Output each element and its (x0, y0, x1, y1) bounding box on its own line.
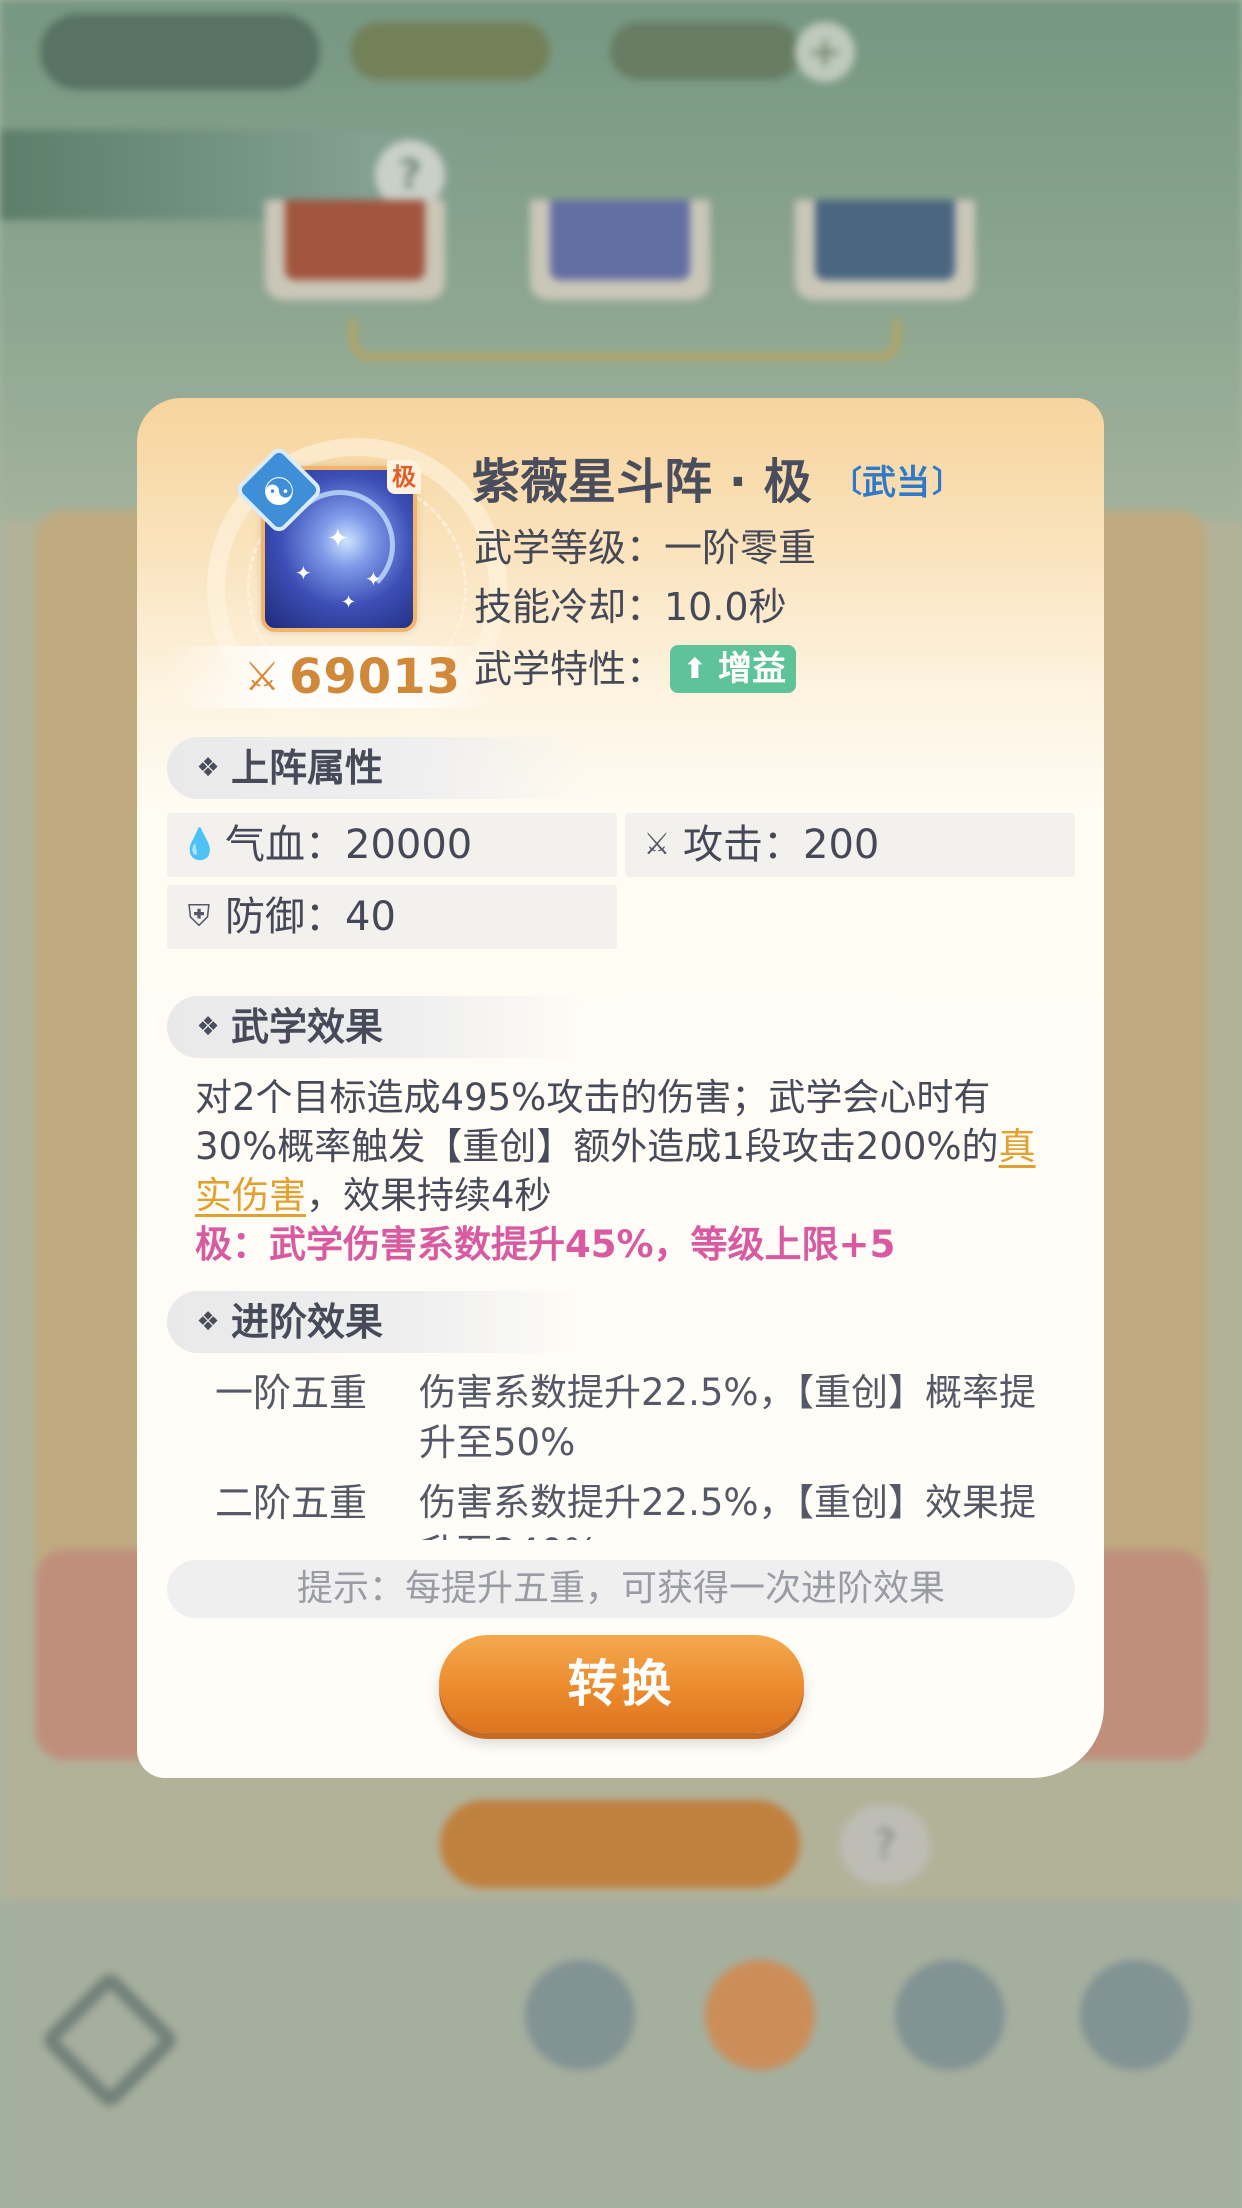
power-value: 69013 (289, 649, 461, 705)
skill-trait-label: 武学特性： (474, 647, 665, 691)
diamond-bullet-icon: ❖ (196, 753, 220, 783)
crossed-swords-icon: ⚔ (244, 654, 280, 700)
convert-button[interactable]: 转换 (439, 1635, 804, 1733)
blood-drop-icon: 💧 (181, 827, 219, 862)
attribute-defense: ⛨ 防御：40 (167, 885, 617, 949)
attribute-attack: ⚔ 攻击：200 (625, 813, 1075, 877)
taiji-icon: ☯ (261, 470, 297, 514)
extreme-bonus: 极：武学伤害系数提升45%，等级上限+5 (195, 1223, 896, 1266)
diamond-bullet-icon: ❖ (196, 1307, 220, 1337)
grade-badge: 极 (387, 460, 421, 494)
sparkle-icon: ✦ (295, 561, 312, 585)
attribute-hp: 💧 气血：20000 (167, 813, 617, 877)
section-header-effect: ❖ 武学效果 (167, 996, 587, 1058)
tip-bar: 提示：每提升五重，可获得一次进阶效果 (167, 1560, 1075, 1618)
section-header-attributes: ❖ 上阵属性 (167, 737, 587, 799)
sparkle-icon: ✦ (365, 567, 382, 591)
up-arrow-icon: ⬆ (683, 652, 707, 685)
sect-tag: 武当 (832, 460, 962, 506)
advance-list[interactable]: 一阶五重 伤害系数提升22.5%，【重创】概率提升至50% 二阶五重 伤害系数提… (137, 1368, 1104, 1540)
trait-badge: ⬆ 增益 (670, 645, 796, 693)
skill-cooldown: 技能冷却：10.0秒 (474, 585, 787, 629)
shield-icon: ⛨ (187, 899, 211, 934)
diamond-bullet-icon: ❖ (196, 1012, 220, 1042)
section-header-advance: ❖ 进阶效果 (167, 1291, 587, 1353)
skill-effect-description: 对2个目标造成495%攻击的伤害；武学会心时有30%概率触发【重创】额外造成1段… (195, 1076, 1036, 1266)
sword-icon: ⚔ (643, 827, 671, 862)
sparkle-icon: ✦ (327, 524, 349, 554)
skill-level: 武学等级：一阶零重 (474, 526, 817, 570)
skill-name: 紫薇星斗阵 · 极 (472, 454, 812, 510)
skill-detail-dialog: ✦ ✦ ✦ ✦ ☯ 极 ⚔ 69013 紫薇星斗阵 · 极 武当 武学等级：一阶… (137, 398, 1104, 1778)
sparkle-icon: ✦ (341, 592, 357, 613)
trait-value: 增益 (718, 649, 786, 689)
